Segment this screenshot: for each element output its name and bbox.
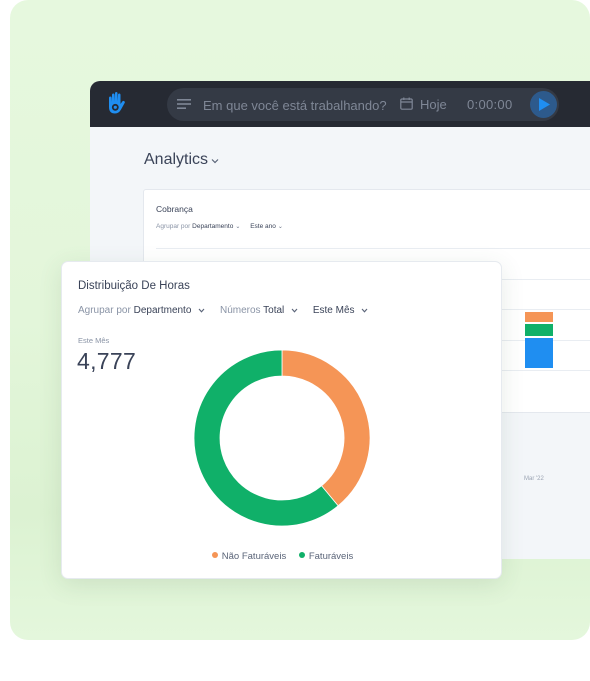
bar-segment-blue[interactable] bbox=[525, 338, 553, 368]
chevron-down-icon: ⌄ bbox=[235, 224, 241, 230]
menu-lines-icon[interactable] bbox=[177, 98, 191, 110]
group-by-dropdown[interactable]: Agrupar por Departmento bbox=[78, 305, 205, 316]
date-label[interactable]: Hoje bbox=[420, 97, 447, 112]
numbers-value: Total bbox=[263, 305, 285, 316]
top-bar: Hoje 0:00:00 bbox=[90, 81, 590, 127]
billing-filters: Agrupar por Departamento ⌄ Este ano ⌄ bbox=[156, 223, 291, 230]
group-by-label: Agrupar por bbox=[78, 305, 131, 316]
task-description-input[interactable] bbox=[203, 96, 393, 114]
hours-distribution-card: Distribuição De Horas Agrupar por Depart… bbox=[61, 261, 502, 579]
calendar-icon[interactable] bbox=[400, 97, 413, 110]
numbers-dropdown[interactable]: Números Total bbox=[220, 305, 298, 316]
chevron-down-icon: ⌄ bbox=[277, 224, 283, 230]
legend-label: Faturáveis bbox=[308, 551, 354, 562]
donut-chart bbox=[193, 349, 371, 527]
play-icon bbox=[539, 98, 550, 111]
chevron-down-icon bbox=[361, 308, 368, 313]
chevron-down-icon bbox=[291, 308, 298, 313]
bar-segment-orange[interactable] bbox=[525, 312, 553, 322]
numbers-label: Números bbox=[219, 305, 261, 316]
legend-dot bbox=[211, 552, 218, 558]
filter-row: Agrupar por Departmento Números Total Es… bbox=[78, 305, 380, 316]
chart-legend: Não Faturáveis Faturáveis bbox=[62, 551, 503, 562]
hand-logo-icon[interactable] bbox=[105, 92, 127, 116]
donut-slice-n-o-fatur-veis[interactable] bbox=[281, 349, 371, 507]
chevron-down-icon[interactable] bbox=[211, 158, 219, 164]
billing-group-by-dropdown[interactable]: Departamento bbox=[192, 223, 233, 230]
period-value: Este Mês bbox=[312, 305, 355, 316]
bar-segment-green[interactable] bbox=[525, 323, 553, 337]
timer-display: 0:00:00 bbox=[467, 97, 513, 112]
legend-item-billable[interactable]: Faturáveis bbox=[298, 551, 354, 562]
start-timer-button[interactable] bbox=[530, 91, 557, 118]
legend-label: Não Faturáveis bbox=[221, 551, 287, 562]
timer-bar: Hoje 0:00:00 bbox=[167, 88, 559, 121]
period-dropdown[interactable]: Este Mês bbox=[313, 305, 368, 316]
total-hours-value: 4,777 bbox=[77, 348, 137, 374]
billing-card-title: Cobrança bbox=[156, 204, 193, 214]
legend-item-non-billable[interactable]: Não Faturáveis bbox=[211, 551, 287, 562]
chevron-down-icon bbox=[198, 308, 205, 313]
period-label: Este Mês bbox=[78, 336, 110, 345]
chart-gridline bbox=[156, 248, 590, 249]
group-by-value: Departmento bbox=[133, 305, 192, 316]
card-title: Distribuição De Horas bbox=[78, 280, 190, 292]
legend-dot bbox=[298, 552, 305, 558]
billing-period-dropdown[interactable]: Este ano bbox=[250, 223, 276, 230]
x-tick-label: Mar '22 bbox=[524, 476, 544, 482]
billing-group-by-label: Agrupar por bbox=[156, 223, 191, 230]
page-title[interactable]: Analytics bbox=[144, 151, 208, 169]
